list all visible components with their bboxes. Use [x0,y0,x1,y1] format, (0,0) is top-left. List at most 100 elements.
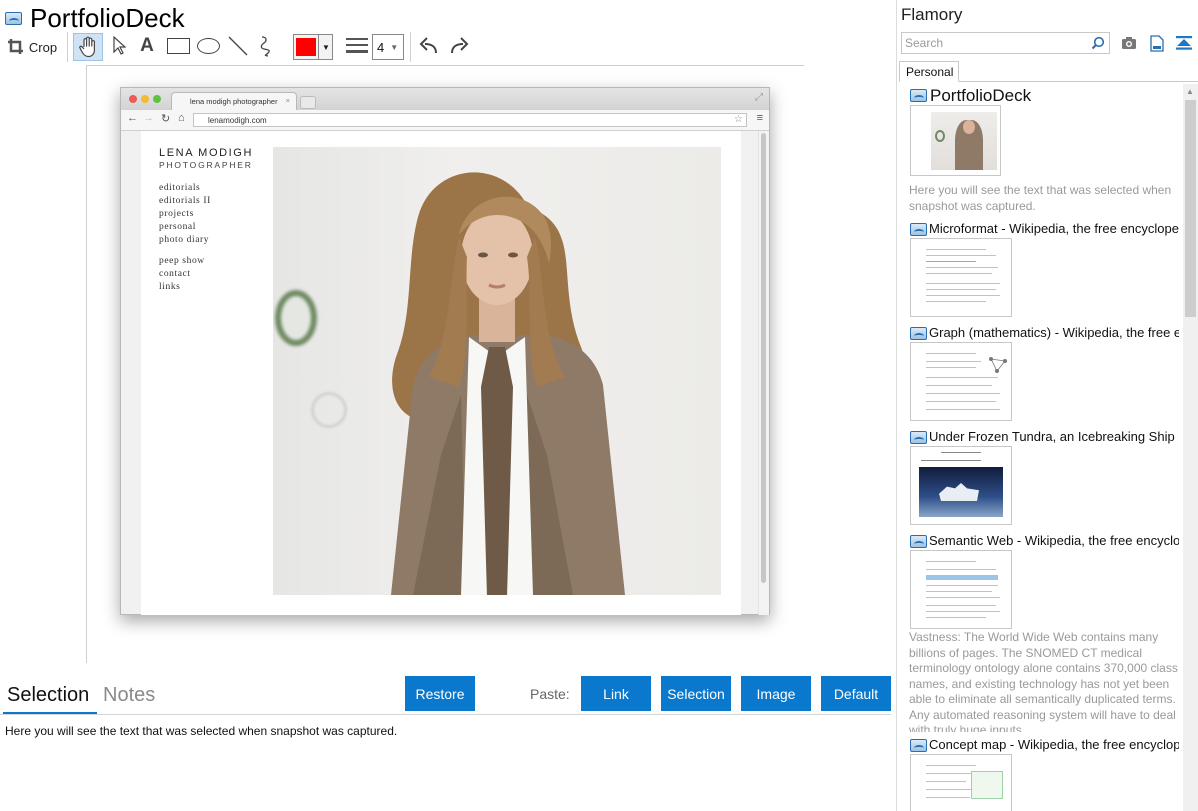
undo-button[interactable] [416,33,442,59]
scrollbar-thumb[interactable] [1185,100,1196,317]
site-title: LENA MODIGH [159,147,254,159]
entry-note: Here you will see the text that was sele… [909,183,1172,213]
entry-title[interactable]: Under Frozen Tundra, an Icebreaking Ship… [929,429,1179,444]
address-bar: lenamodigh.com ☆ [193,113,747,127]
site-menu-item: projects [159,209,194,219]
window-maximize-dot [153,95,161,103]
ellipse-tool-button[interactable] [195,33,221,59]
snapshot-icon [910,223,927,236]
entry-title[interactable]: Concept map - Wikipedia, the free encycl… [929,737,1179,752]
woman-figure [391,172,625,595]
browser-tab-title: lena modigh photographer [190,97,278,106]
color-picker[interactable]: ▼ [293,34,333,60]
hand-icon [79,36,95,58]
sidebar-app-name: Flamory [901,5,963,24]
home-icon: ⌂ [178,112,185,124]
freehand-tool-button[interactable] [255,33,281,59]
site-subtitle: PHOTOGRAPHER [159,160,253,170]
hand-tool-button[interactable] [73,33,103,61]
crop-label: Crop [28,39,58,55]
entry-title[interactable]: Microformat - Wikipedia, the free encycl… [929,221,1179,236]
snapshot-icon [910,739,927,752]
address-url: lenamodigh.com [208,116,267,125]
site-menu-item: editorials [159,183,201,193]
entry-title[interactable]: Graph (mathematics) - Wikipedia, the fre… [929,325,1179,340]
snapshot-image[interactable]: lena modigh photographer × ⤢ ← → ↻ ⌂ len… [120,87,770,615]
back-icon: ← [127,112,138,124]
paste-selection-button[interactable]: Selection [661,676,731,711]
entry-thumbnail[interactable] [910,105,1001,176]
bottom-panel-divider [0,714,891,715]
entry-thumbnail[interactable] [910,550,1012,629]
selection-text-area[interactable]: Here you will see the text that was sele… [5,724,397,738]
restore-button[interactable]: Restore [405,676,475,711]
sidebar-left-border [896,0,897,811]
select-tool-button[interactable] [107,33,131,59]
line-width-select[interactable]: 4 ▼ [372,34,404,60]
search-input[interactable]: Search [901,32,1110,54]
paste-image-button[interactable]: Image [741,676,811,711]
webpage-content: LENA MODIGH PHOTOGRAPHER editorials edito… [141,131,741,615]
snapshot-icon [910,431,927,444]
browser-toolbar: ← → ↻ ⌂ lenamodigh.com ☆ ≡ [121,110,769,131]
redo-button[interactable] [446,33,472,59]
tab-personal[interactable]: Personal [899,61,959,82]
line-width-icon [346,38,368,53]
entry-thumbnail[interactable] [910,238,1012,317]
entry-note: Vastness: The World Wide Web contains ma… [909,630,1178,732]
browser-scrollbar [758,131,769,615]
forward-icon: → [143,112,154,124]
site-menu-item: personal [159,222,196,232]
fullscreen-icon: ⤢ [755,92,763,103]
color-swatch [296,38,316,56]
freehand-icon [260,36,270,57]
browser-tab-strip: lena modigh photographer × ⤢ [121,88,769,110]
rectangle-icon [166,38,190,54]
entry-thumbnail[interactable] [910,446,1012,525]
entry-title[interactable]: PortfolioDeck [930,86,1031,106]
search-icon[interactable] [1091,36,1105,50]
toolbar-bottom-border [86,65,804,66]
redo-icon [451,37,469,54]
document-icon[interactable] [1150,35,1164,52]
undo-icon [419,37,437,54]
portrait-photo [273,147,721,595]
entry-thumbnail[interactable] [910,342,1012,421]
site-menu-item: peep show [159,256,205,266]
paste-label: Paste: [530,686,570,702]
entry-thumbnail[interactable] [910,754,1012,811]
tab-personal-label: Personal [906,65,954,79]
sidebar-scrollbar[interactable]: ▲ [1183,84,1198,811]
color-dropdown-arrow[interactable]: ▼ [318,35,333,59]
tab-notes[interactable]: Notes [103,684,155,707]
reload-icon: ↻ [161,113,171,125]
paste-default-button[interactable]: Default [821,676,891,711]
site-menu-item: photo diary [159,235,210,245]
paste-link-button[interactable]: Link [581,676,651,711]
tab-selection[interactable]: Selection [7,684,89,707]
new-tab-button [300,96,316,109]
camera-icon[interactable] [1121,36,1137,50]
pointer-icon [113,36,126,55]
entry-title[interactable]: Semantic Web - Wikipedia, the free encyc… [929,533,1179,548]
line-icon [228,36,248,56]
scroll-up-arrow[interactable]: ▲ [1186,87,1194,96]
collapse-top-icon[interactable] [1175,35,1193,51]
chevron-down-icon: ▼ [390,42,399,52]
toolbar-divider [410,32,411,62]
rectangle-tool-button[interactable] [165,33,191,59]
canvas-left-border [86,66,87,663]
site-menu-item: contact [159,269,191,279]
text-tool-icon: A [140,35,154,56]
ellipse-icon [196,38,220,54]
crop-icon [7,39,23,54]
window-close-dot [129,95,137,103]
text-tool-button[interactable]: A [135,33,159,59]
line-width-value: 4 [377,39,385,55]
browser-menu-icon: ≡ [756,112,763,124]
browser-tab: lena modigh photographer × [171,92,297,110]
document-title: PortfolioDeck [30,3,185,33]
snapshot-icon [910,327,927,340]
line-tool-button[interactable] [225,33,251,59]
crop-button[interactable]: Crop [6,34,58,60]
